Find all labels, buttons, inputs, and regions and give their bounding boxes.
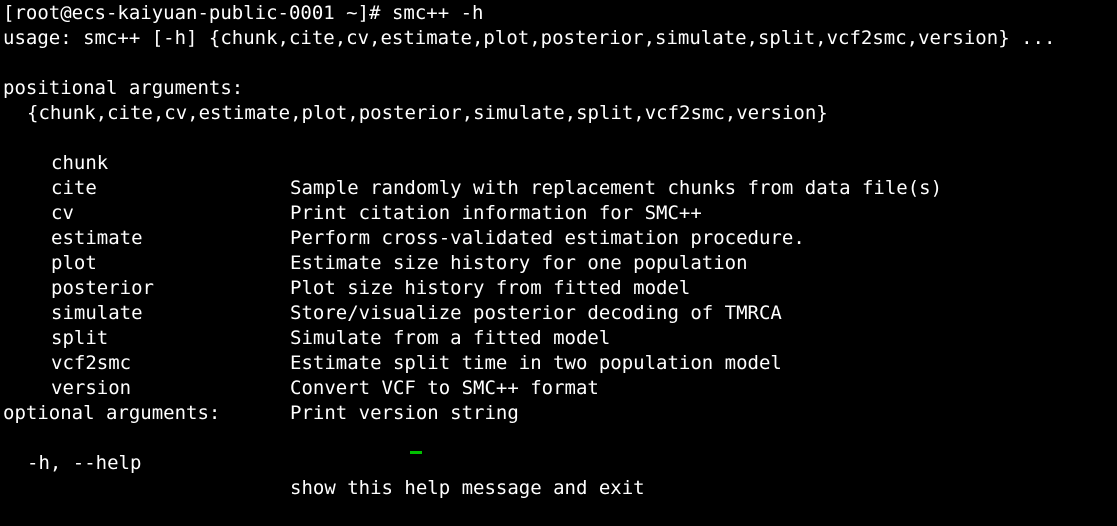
positional-header: positional arguments: [3, 77, 244, 99]
command-line: [root@ecs-kaiyuan-public-0001 ~]# smc++ … [0, 1, 1117, 26]
terminal-window[interactable]: [root@ecs-kaiyuan-public-0001 ~]# smc++ … [0, 0, 1117, 499]
subcommand-row: vcf2smc Convert VCF to SMC++ format [0, 326, 1117, 399]
subcommand-row: simulate Simulate from a fitted model [0, 276, 1117, 349]
subcommand-row: cv Perform cross-validated estimation pr… [0, 176, 1117, 249]
subcommand-row: estimate Estimate size history for one p… [0, 201, 1117, 274]
typed-command: smc++ -h [391, 2, 484, 24]
usage-line: usage: smc++ [-h] {chunk,cite,cv,estimat… [3, 27, 1056, 49]
subcommand-row: posterior Store/visualize posterior deco… [0, 251, 1117, 324]
shell-prompt: [root@ecs-kaiyuan-public-0001 ~]# [3, 2, 392, 24]
subcommand-row: plot Plot size history from fitted model [0, 226, 1117, 299]
subcommand-row: cite Print citation information for SMC+… [0, 151, 1117, 224]
subcommand-row: version Print version string [0, 351, 1117, 424]
subcommand-row: split Estimate split time in two populat… [0, 301, 1117, 374]
optional-row: -h, --help show this help message and ex… [0, 426, 1117, 499]
subcommand-row: chunk Sample randomly with replacement c… [0, 126, 1117, 199]
option-desc: show this help message and exit [290, 477, 645, 499]
subcommand-choices: {chunk,cite,cv,estimate,plot,posterior,s… [27, 102, 828, 124]
optional-header: optional arguments: [3, 402, 221, 424]
option-flag: -h, --help [27, 452, 142, 474]
